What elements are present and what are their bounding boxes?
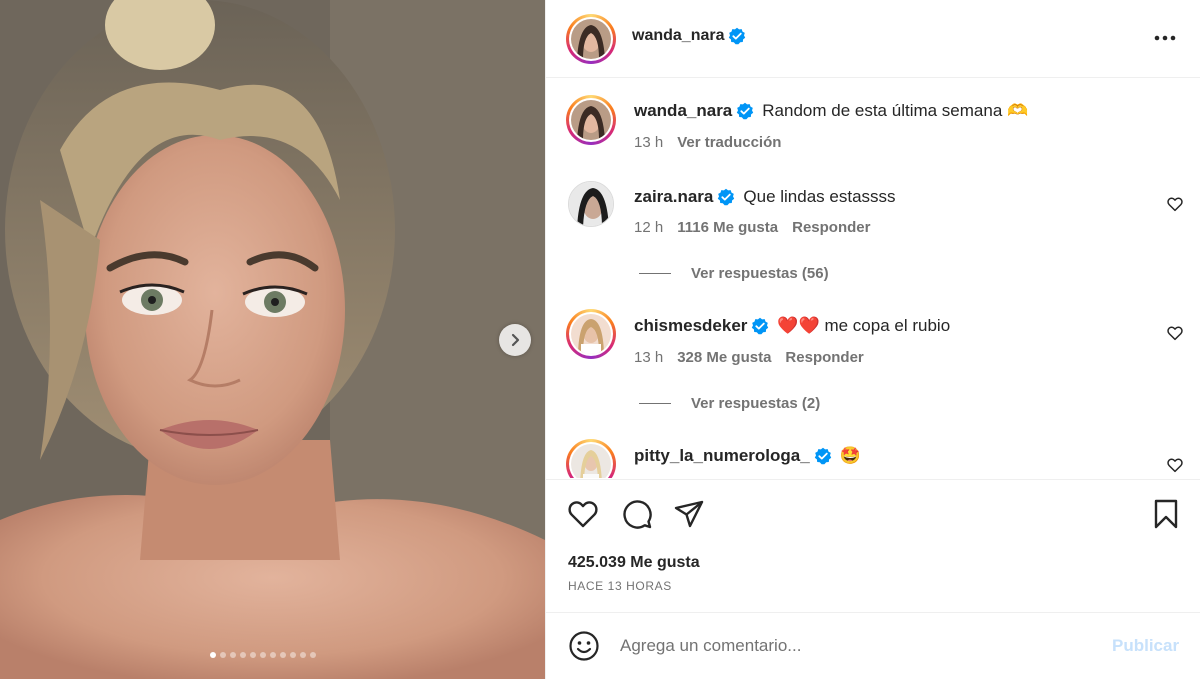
more-options-button[interactable] (1150, 26, 1180, 50)
comment-likes[interactable]: 328 Me gusta (677, 349, 771, 366)
like-count[interactable]: 425.039 Me gusta (568, 554, 700, 572)
chevron-right-icon (511, 333, 520, 347)
comment-text: ❤️❤️ me copa el rubio (777, 316, 951, 335)
post-media[interactable] (0, 0, 545, 679)
smiley-icon[interactable] (568, 630, 600, 662)
translate-link[interactable]: Ver traducción (677, 134, 781, 151)
comment-like-icon[interactable] (1166, 195, 1184, 213)
carousel-dot (280, 652, 286, 658)
post-panel: wanda_nara wanda_nara Random de esta últ… (545, 0, 1200, 679)
comment-text: Que lindas estassss (743, 187, 896, 206)
carousel-dot (240, 652, 246, 658)
carousel-dot (230, 652, 236, 658)
caption-time: 13 h (634, 134, 664, 151)
carousel-dot (220, 652, 226, 658)
replies-divider (639, 273, 671, 274)
commenter-username[interactable]: chismesdeker (634, 316, 747, 336)
view-replies-button[interactable]: Ver respuestas (2) (639, 395, 820, 412)
verified-badge-icon (737, 102, 754, 120)
comment-icon[interactable] (620, 497, 654, 531)
post-time-ago: HACE 13 HORAS (568, 579, 672, 593)
comment-time: 13 h (634, 349, 664, 366)
comment-text: 🤩 (839, 446, 861, 465)
more-options-icon (1154, 35, 1176, 41)
commenter-avatar[interactable] (568, 181, 614, 227)
comment-input[interactable] (620, 633, 1100, 659)
author-username[interactable]: wanda_nara (632, 27, 724, 45)
verified-badge-icon (729, 27, 746, 45)
replies-divider (639, 403, 671, 404)
caption-author-avatar[interactable] (566, 95, 616, 145)
commenter-avatar[interactable] (566, 439, 616, 478)
avatar-image (571, 444, 611, 478)
avatar-image (571, 100, 611, 140)
comment-like-icon[interactable] (1166, 456, 1184, 474)
verified-badge-icon (718, 188, 735, 206)
commenter-username[interactable]: zaira.nara (634, 187, 713, 207)
carousel-next-button[interactable] (499, 324, 531, 356)
commenter-avatar[interactable] (566, 309, 616, 359)
post-actions: 425.039 Me gusta HACE 13 HORAS (546, 479, 1200, 619)
bookmark-icon[interactable] (1149, 497, 1183, 531)
comment-likes[interactable]: 1116 Me gusta (677, 219, 778, 236)
carousel-dot (210, 652, 216, 658)
post-header: wanda_nara (546, 0, 1200, 78)
carousel-dot (260, 652, 266, 658)
carousel-indicator (210, 652, 316, 658)
reply-button[interactable]: Responder (792, 219, 870, 236)
carousel-dot (290, 652, 296, 658)
caption-text: Random de esta última semana 🫶 (762, 101, 1029, 120)
avatar-image (569, 182, 613, 226)
publish-button[interactable]: Publicar (1112, 636, 1179, 656)
comments-list[interactable]: wanda_nara Random de esta última semana … (546, 79, 1200, 478)
avatar-image (571, 314, 611, 354)
commenter-username[interactable]: pitty_la_numerologa_ (634, 446, 810, 466)
verified-badge-icon (814, 447, 831, 465)
verified-badge-icon (752, 317, 769, 335)
view-replies-button[interactable]: Ver respuestas (56) (639, 265, 829, 282)
carousel-dot (270, 652, 276, 658)
comment-composer: Publicar (546, 612, 1200, 679)
reply-button[interactable]: Responder (785, 349, 863, 366)
author-avatar[interactable] (566, 14, 616, 64)
carousel-dot (250, 652, 256, 658)
carousel-dot (300, 652, 306, 658)
avatar-image (571, 19, 611, 59)
paper-plane-icon[interactable] (672, 497, 706, 531)
view-replies-label[interactable]: Ver respuestas (2) (691, 395, 820, 412)
heart-icon[interactable] (566, 497, 600, 531)
caption-username[interactable]: wanda_nara (634, 101, 732, 121)
view-replies-label[interactable]: Ver respuestas (56) (691, 265, 829, 282)
comment-time: 12 h (634, 219, 664, 236)
comment-like-icon[interactable] (1166, 324, 1184, 342)
post-photo (0, 0, 545, 679)
carousel-dot (310, 652, 316, 658)
